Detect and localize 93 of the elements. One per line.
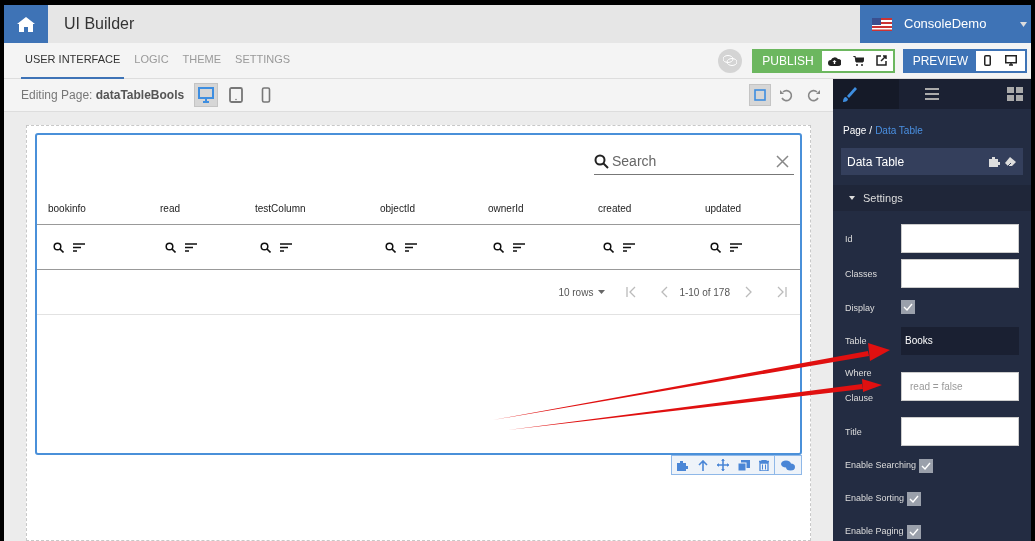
account-dropdown[interactable]: ConsoleDemo bbox=[860, 5, 1031, 43]
search-icon[interactable] bbox=[53, 241, 64, 253]
caret-icon bbox=[1020, 21, 1027, 27]
cart-icon[interactable] bbox=[852, 55, 864, 66]
redo-icon[interactable] bbox=[806, 87, 821, 103]
chat-icon bbox=[723, 55, 738, 66]
component-header: Data Table bbox=[841, 148, 1023, 175]
field-label: Id bbox=[845, 233, 853, 246]
column-header: testColumn bbox=[255, 202, 306, 214]
sort-icon[interactable] bbox=[185, 242, 197, 252]
desktop-icon bbox=[198, 87, 215, 103]
checkbox[interactable] bbox=[906, 524, 921, 539]
checkbox[interactable] bbox=[901, 300, 915, 314]
sort-icon[interactable] bbox=[623, 242, 635, 252]
search-icon bbox=[594, 154, 609, 169]
page-range: 1-10 of 178 bbox=[679, 285, 730, 300]
phone-icon[interactable] bbox=[984, 55, 991, 66]
field-label: Where Clause bbox=[845, 367, 874, 405]
tab[interactable]: SETTINGS bbox=[231, 42, 295, 79]
brush-icon bbox=[841, 86, 857, 102]
home-icon bbox=[17, 16, 35, 32]
puzzle-icon[interactable] bbox=[677, 459, 689, 471]
sort-icon[interactable] bbox=[730, 242, 742, 252]
check-icon bbox=[908, 527, 919, 536]
search-input[interactable]: Search bbox=[612, 151, 773, 172]
sort-icon[interactable] bbox=[513, 242, 525, 252]
check-icon bbox=[903, 303, 913, 311]
check-icon bbox=[909, 494, 920, 503]
move-icon[interactable] bbox=[717, 459, 729, 471]
sort-icon[interactable] bbox=[280, 242, 292, 252]
field-label: Enable Searching bbox=[845, 458, 917, 472]
arrow-up-icon[interactable] bbox=[698, 459, 708, 471]
frame-toggle-button[interactable] bbox=[749, 84, 771, 106]
app-title: UI Builder bbox=[64, 14, 135, 34]
flag-icon bbox=[872, 17, 892, 31]
table-select[interactable]: Books bbox=[901, 326, 1019, 355]
field-label: Title bbox=[845, 426, 862, 439]
breadcrumb-separator: / bbox=[869, 124, 873, 138]
search-icon[interactable] bbox=[165, 241, 176, 253]
input-field[interactable] bbox=[901, 417, 1019, 446]
settings-section-header[interactable]: Settings bbox=[833, 185, 1031, 211]
rows-per-page-dropdown[interactable]: 10 rows bbox=[558, 284, 606, 300]
tab[interactable]: THEME bbox=[178, 42, 226, 79]
search-icon[interactable] bbox=[710, 241, 721, 253]
column-header: ownerId bbox=[488, 202, 524, 214]
sort-icon[interactable] bbox=[73, 242, 85, 252]
external-link-icon[interactable] bbox=[875, 55, 887, 66]
search-icon[interactable] bbox=[260, 241, 271, 253]
sort-icon[interactable] bbox=[405, 242, 417, 252]
caret-icon bbox=[598, 290, 606, 294]
desktop-icon[interactable] bbox=[1005, 55, 1017, 66]
field-label: Enable Sorting bbox=[845, 491, 905, 505]
list-icon bbox=[924, 86, 940, 102]
grid-icon bbox=[1007, 86, 1023, 102]
field-label: Table bbox=[845, 335, 867, 348]
search-icon[interactable] bbox=[385, 241, 396, 253]
tab[interactable]: USER INTERFACE bbox=[21, 42, 125, 79]
input-field[interactable] bbox=[901, 224, 1019, 253]
desktop-view-button[interactable] bbox=[194, 83, 219, 107]
puzzle-icon[interactable] bbox=[989, 156, 1001, 167]
field-label: Classes bbox=[845, 268, 877, 281]
home-button[interactable] bbox=[4, 5, 48, 43]
check-icon bbox=[921, 461, 932, 470]
breadcrumb-link[interactable]: Data Table bbox=[875, 123, 923, 138]
search-icon[interactable] bbox=[603, 241, 614, 253]
trash-icon[interactable] bbox=[759, 459, 769, 471]
publish-button[interactable]: PUBLISH bbox=[754, 50, 822, 71]
field-label: Display bbox=[845, 301, 875, 315]
column-header: objectId bbox=[380, 202, 416, 214]
breadcrumb-link[interactable]: Page bbox=[843, 123, 867, 138]
copy-icon[interactable] bbox=[738, 459, 750, 471]
column-header: read bbox=[160, 202, 180, 214]
panel-tab[interactable] bbox=[833, 79, 899, 109]
input-field[interactable]: read = false bbox=[901, 371, 1019, 401]
square-icon bbox=[754, 89, 766, 101]
search-icon[interactable] bbox=[493, 241, 504, 253]
close-icon[interactable] bbox=[776, 155, 789, 168]
undo-icon[interactable] bbox=[779, 87, 794, 103]
column-header: updated bbox=[705, 202, 742, 214]
field-label: Enable Paging bbox=[845, 524, 904, 538]
comments-icon[interactable] bbox=[781, 459, 795, 471]
input-field[interactable] bbox=[901, 259, 1019, 288]
search-field[interactable]: Search bbox=[594, 149, 794, 175]
editing-page-label: Editing Page: dataTableBools bbox=[21, 87, 185, 104]
checkbox[interactable] bbox=[907, 491, 922, 506]
column-header: bookinfo bbox=[48, 202, 86, 214]
preview-button[interactable]: PREVIEW bbox=[904, 50, 976, 71]
checkbox[interactable] bbox=[919, 458, 934, 473]
tab[interactable]: LOGIC bbox=[130, 42, 173, 79]
eraser-icon[interactable] bbox=[1005, 156, 1017, 167]
column-header: created bbox=[598, 202, 632, 214]
tablet-icon bbox=[228, 87, 245, 103]
cloud-upload-icon[interactable] bbox=[827, 55, 841, 66]
